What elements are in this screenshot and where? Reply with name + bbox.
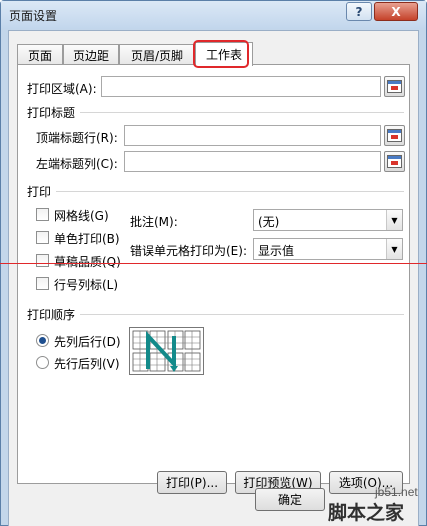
row-col-headings-checkbox[interactable] xyxy=(36,277,49,290)
cell-errors-value: 显示值 xyxy=(258,244,295,258)
help-button[interactable]: ? xyxy=(346,2,372,21)
tab-margins[interactable]: 页边距 xyxy=(63,44,119,65)
dialog-title: 页面设置 xyxy=(9,9,58,23)
collapse-dialog-button[interactable] xyxy=(384,76,405,97)
draft-quality-label[interactable]: 草稿品质(Q) xyxy=(54,253,121,270)
watermark-logo: 脚本之家 xyxy=(328,502,405,524)
down-then-over-label[interactable]: 先列后行(D) xyxy=(54,333,121,350)
range-select-icon xyxy=(387,155,402,168)
page-order-divider xyxy=(80,314,404,315)
columns-collapse-button[interactable] xyxy=(384,151,405,172)
page-order-illustration xyxy=(132,330,201,372)
ok-button[interactable]: 确定 xyxy=(255,488,325,511)
tab-sheet[interactable]: 工作表 xyxy=(195,42,253,66)
comments-label: 批注(M): xyxy=(130,215,178,229)
row-col-headings-label[interactable]: 行号列标(L) xyxy=(54,276,118,293)
columns-to-repeat-input[interactable] xyxy=(124,151,381,172)
cell-errors-select[interactable]: 显示值 ▼ xyxy=(253,238,403,260)
page-order-diagram xyxy=(129,327,204,375)
over-then-down-label[interactable]: 先行后列(V) xyxy=(54,355,120,372)
dialog-body: 页面 页边距 页眉/页脚 工作表 打印区域(A): 打印标题 顶端标题行(R): xyxy=(8,30,419,526)
down-then-over-radio[interactable] xyxy=(36,334,49,347)
black-white-checkbox[interactable] xyxy=(36,231,49,244)
comments-select[interactable]: (无) ▼ xyxy=(253,209,403,231)
page-order-section: 打印顺序 xyxy=(27,308,76,322)
range-select-icon xyxy=(387,129,402,142)
rows-to-repeat-input[interactable] xyxy=(124,125,381,146)
title-bar[interactable]: 页面设置 ? X xyxy=(1,1,426,29)
range-select-icon xyxy=(387,80,402,93)
chevron-down-icon[interactable]: ▼ xyxy=(386,239,402,259)
print-divider xyxy=(56,191,404,192)
annotation-line xyxy=(0,263,427,264)
sheet-tab-panel: 打印区域(A): 打印标题 顶端标题行(R): 左端标题列(C): 打印 网格线… xyxy=(17,64,410,494)
print-button[interactable]: 打印(P)... xyxy=(157,471,227,494)
comments-value: (无) xyxy=(258,215,280,229)
print-titles-section: 打印标题 xyxy=(27,106,76,120)
tab-page[interactable]: 页面 xyxy=(17,44,63,65)
over-then-down-radio[interactable] xyxy=(36,356,49,369)
rows-collapse-button[interactable] xyxy=(384,125,405,146)
print-area-label: 打印区域(A): xyxy=(27,82,97,96)
cell-errors-label: 错误单元格打印为(E): xyxy=(130,244,247,258)
chevron-down-icon[interactable]: ▼ xyxy=(386,210,402,230)
black-white-label[interactable]: 单色打印(B) xyxy=(54,230,120,247)
draft-quality-checkbox[interactable] xyxy=(36,254,49,267)
tab-header-footer[interactable]: 页眉/页脚 xyxy=(119,44,195,65)
print-area-input[interactable] xyxy=(101,76,381,97)
rows-to-repeat-label: 顶端标题行(R): xyxy=(36,131,118,145)
gridlines-label[interactable]: 网格线(G) xyxy=(54,207,109,224)
print-section: 打印 xyxy=(27,185,52,199)
gridlines-checkbox[interactable] xyxy=(36,208,49,221)
watermark-url: jb51.net xyxy=(375,485,418,499)
close-button[interactable]: X xyxy=(374,2,418,21)
columns-to-repeat-label: 左端标题列(C): xyxy=(36,157,118,171)
radio-selected-dot xyxy=(39,337,46,344)
print-titles-divider xyxy=(80,112,404,113)
